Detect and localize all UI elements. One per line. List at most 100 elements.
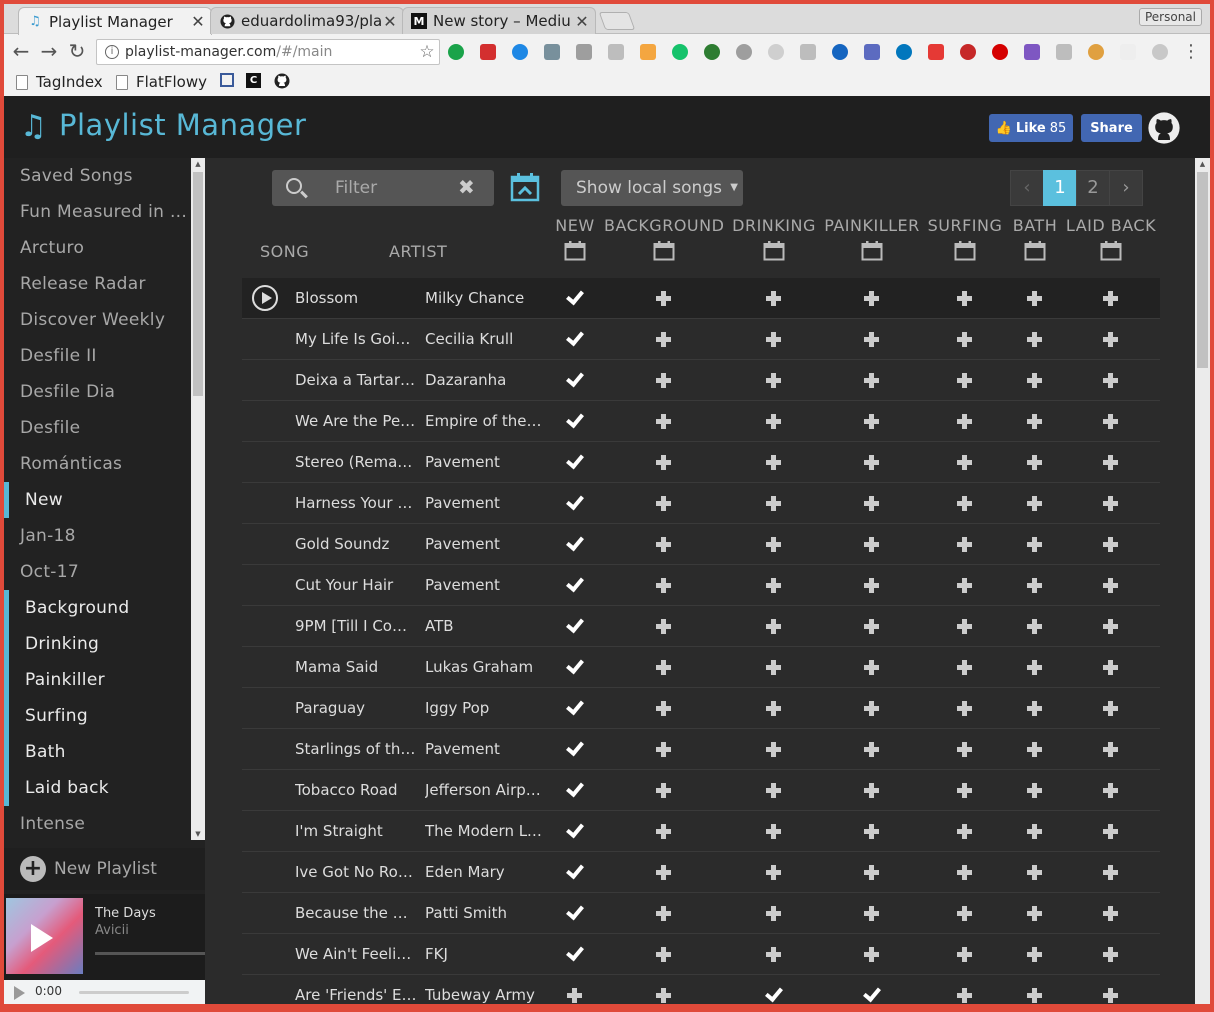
calendar-icon[interactable] <box>1100 240 1122 261</box>
back-icon[interactable]: ← <box>10 40 32 62</box>
plus-icon[interactable] <box>764 739 784 759</box>
check-icon[interactable] <box>565 329 585 349</box>
extension-icon[interactable] <box>704 44 720 60</box>
table-row[interactable]: Blossom Milky Chance <box>242 278 1160 319</box>
extension-icon[interactable] <box>448 44 464 60</box>
filter-input[interactable]: Filter ✖ <box>272 170 494 206</box>
column-header-background[interactable]: BACKGROUND <box>604 216 724 261</box>
check-icon[interactable] <box>565 575 585 595</box>
facebook-share-button[interactable]: Share <box>1081 114 1142 142</box>
plus-icon[interactable] <box>1101 493 1121 513</box>
plus-icon[interactable] <box>1025 944 1045 964</box>
scrollbar-thumb[interactable] <box>1197 172 1208 368</box>
extension-icon[interactable] <box>1056 44 1072 60</box>
plus-icon[interactable] <box>862 288 882 308</box>
plus-icon[interactable] <box>654 329 674 349</box>
table-row[interactable]: We Are the People Empire of the Sun <box>242 401 1160 442</box>
plus-icon[interactable] <box>654 903 674 923</box>
check-icon[interactable] <box>565 411 585 431</box>
calendar-sort-button[interactable] <box>510 172 540 202</box>
plus-icon[interactable] <box>764 780 784 800</box>
plus-icon[interactable] <box>862 616 882 636</box>
local-songs-select[interactable]: Show local songs ▼ <box>561 170 743 206</box>
check-icon[interactable] <box>565 534 585 554</box>
plus-icon[interactable] <box>862 657 882 677</box>
plus-icon[interactable] <box>654 739 674 759</box>
extension-icon[interactable] <box>544 44 560 60</box>
table-row[interactable]: We Ain't Feeling Time FKJ <box>242 934 1160 975</box>
scrollbar-thumb[interactable] <box>193 172 203 396</box>
plus-icon[interactable] <box>955 411 975 431</box>
plus-icon[interactable] <box>1101 821 1121 841</box>
plus-icon[interactable] <box>862 575 882 595</box>
sidebar-item-background[interactable]: Background <box>4 590 190 626</box>
plus-icon[interactable] <box>955 370 975 390</box>
check-icon[interactable] <box>565 657 585 677</box>
plus-icon[interactable] <box>1025 903 1045 923</box>
column-header-laid-back[interactable]: LAID BACK <box>1051 216 1171 261</box>
extension-icon[interactable] <box>928 44 944 60</box>
close-tab-icon[interactable]: ✕ <box>573 12 591 31</box>
table-row[interactable]: Harness Your Hopes Pavement <box>242 483 1160 524</box>
new-tab-button[interactable] <box>598 12 636 30</box>
plus-icon[interactable] <box>955 288 975 308</box>
table-row[interactable]: Stereo (Remastered) Pavement <box>242 442 1160 483</box>
extension-icon[interactable] <box>672 44 688 60</box>
plus-icon[interactable] <box>1025 780 1045 800</box>
check-icon[interactable] <box>565 903 585 923</box>
plus-icon[interactable] <box>1025 575 1045 595</box>
plus-icon[interactable] <box>1025 739 1045 759</box>
plus-icon[interactable] <box>1025 288 1045 308</box>
plus-icon[interactable] <box>1025 452 1045 472</box>
table-row[interactable]: I'm Straight The Modern Lovers <box>242 811 1160 852</box>
check-icon[interactable] <box>565 862 585 882</box>
table-row[interactable]: Ive Got No Roses Eden Mary <box>242 852 1160 893</box>
adblock-icon[interactable] <box>960 44 976 60</box>
extension-icon[interactable] <box>1152 44 1168 60</box>
sidebar-item-fun-measured-in[interactable]: Fun Measured in ... <box>4 194 190 230</box>
plus-icon[interactable] <box>654 575 674 595</box>
plus-icon[interactable] <box>1025 862 1045 882</box>
plus-icon[interactable] <box>955 493 975 513</box>
plus-icon[interactable] <box>1101 944 1121 964</box>
plus-icon[interactable] <box>654 821 674 841</box>
scroll-up-icon[interactable]: ▲ <box>1195 158 1210 170</box>
play-icon[interactable] <box>31 924 53 952</box>
plus-icon[interactable] <box>1101 411 1121 431</box>
bookmark-tagindex[interactable]: TagIndex <box>16 73 103 91</box>
extension-icon[interactable] <box>896 44 912 60</box>
extension-icon[interactable] <box>768 44 784 60</box>
plus-icon[interactable] <box>764 370 784 390</box>
plus-icon[interactable] <box>1101 780 1121 800</box>
plus-icon[interactable] <box>955 452 975 472</box>
plus-icon[interactable] <box>862 739 882 759</box>
plus-icon[interactable] <box>1101 862 1121 882</box>
plus-icon[interactable] <box>1101 575 1121 595</box>
album-art[interactable] <box>6 898 83 974</box>
plus-icon[interactable] <box>654 985 674 1004</box>
column-header-song[interactable]: SONG <box>260 242 340 261</box>
prev-page-button[interactable]: ‹ <box>1010 170 1044 206</box>
sidebar-scrollbar[interactable]: ▲ ▼ <box>191 158 205 840</box>
plus-icon[interactable] <box>1025 616 1045 636</box>
table-row[interactable]: Paraguay Iggy Pop <box>242 688 1160 729</box>
check-icon[interactable] <box>565 739 585 759</box>
address-bar[interactable]: i playlist-manager.com/#/main ☆ <box>96 39 440 65</box>
sidebar-item-intense[interactable]: Intense <box>4 806 190 840</box>
plus-icon[interactable] <box>1101 903 1121 923</box>
plus-icon[interactable] <box>764 452 784 472</box>
calendar-icon[interactable] <box>861 240 883 261</box>
plus-icon[interactable] <box>1025 821 1045 841</box>
plus-icon[interactable] <box>764 534 784 554</box>
plus-icon[interactable] <box>862 862 882 882</box>
extension-icon[interactable] <box>736 44 752 60</box>
table-row[interactable]: Deixa a Tartaruga Dazaranha <box>242 360 1160 401</box>
plus-icon[interactable] <box>764 616 784 636</box>
cookie-icon[interactable] <box>1088 44 1104 60</box>
audio-seek-bar[interactable] <box>79 991 189 994</box>
plus-icon[interactable] <box>862 780 882 800</box>
browser-tab-playlist-manager[interactable]: ♫ Playlist Manager ✕ <box>18 7 212 35</box>
check-icon[interactable] <box>565 944 585 964</box>
plus-icon[interactable] <box>955 944 975 964</box>
check-icon[interactable] <box>764 985 784 1004</box>
